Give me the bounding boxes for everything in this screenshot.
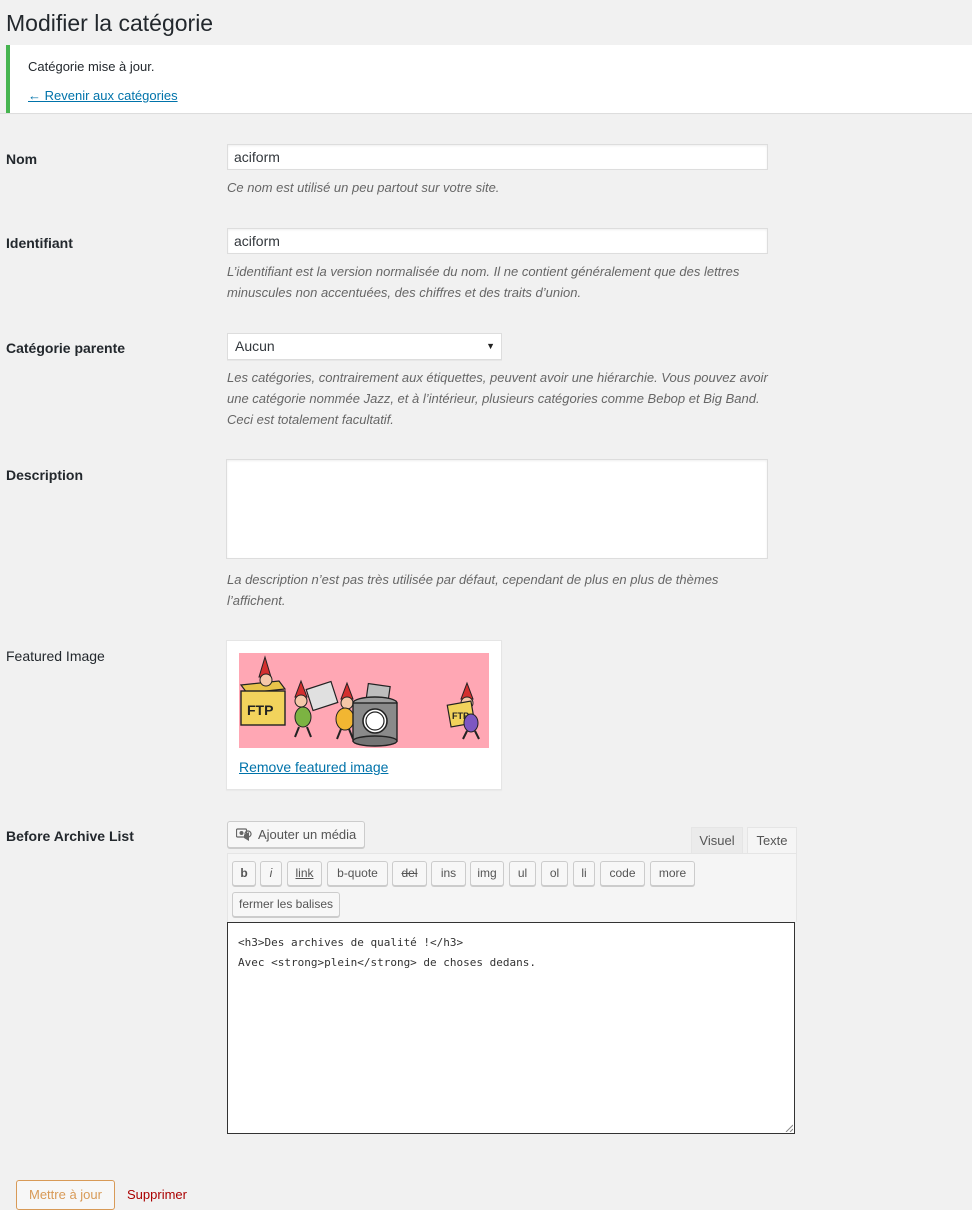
- resize-handle-icon[interactable]: [785, 1124, 793, 1132]
- update-notice: Catégorie mise à jour. ← Revenir aux cat…: [6, 45, 972, 113]
- remove-featured-image-link[interactable]: Remove featured image: [239, 759, 388, 775]
- parent-select[interactable]: Aucun ▼: [227, 333, 502, 360]
- featured-image[interactable]: FTP FTP: [239, 653, 489, 748]
- qt-italic-button[interactable]: i: [260, 861, 282, 886]
- description-textarea[interactable]: [226, 459, 768, 559]
- qt-ol-button[interactable]: ol: [541, 861, 568, 886]
- parent-label: Catégorie parente: [6, 340, 126, 356]
- add-media-label: Ajouter un média: [258, 827, 357, 842]
- editor-line: <h3>Des archives de qualité !</h3>: [238, 936, 464, 949]
- update-button[interactable]: Mettre à jour: [16, 1180, 115, 1210]
- qt-ul-button[interactable]: ul: [509, 861, 536, 886]
- tab-visual[interactable]: Visuel: [691, 827, 743, 853]
- description-label: Description: [6, 467, 84, 483]
- parent-help-line: Ceci est totalement facultatif.: [227, 412, 394, 427]
- description-help-line: La description n’est pas très utilisée p…: [227, 572, 719, 587]
- qt-bquote-button[interactable]: b-quote: [327, 861, 388, 886]
- slug-input[interactable]: aciform: [227, 228, 768, 254]
- parent-help: Les catégories, contrairement aux étique…: [227, 367, 797, 430]
- qt-more-button[interactable]: more: [650, 861, 695, 886]
- qt-close-tags-button[interactable]: fermer les balises: [232, 892, 340, 917]
- before-archive-label: Before Archive List: [6, 828, 134, 844]
- qt-li-button[interactable]: li: [573, 861, 595, 886]
- gnomes-illustration: FTP FTP: [239, 655, 480, 747]
- qt-code-button[interactable]: code: [600, 861, 645, 886]
- caret-down-icon: ▼: [486, 341, 495, 351]
- editor-line: Avec <strong>plein</strong> de choses de…: [238, 956, 537, 969]
- quicktags-toolbar: b i link b-quote del ins img ul ol li co…: [227, 853, 797, 922]
- add-media-button[interactable]: Ajouter un média: [227, 821, 365, 848]
- parent-select-value: Aucun: [235, 338, 275, 354]
- qt-ins-button[interactable]: ins: [431, 861, 466, 886]
- delete-link[interactable]: Supprimer: [127, 1187, 187, 1202]
- qt-bold-button[interactable]: b: [232, 861, 256, 886]
- back-to-categories-link[interactable]: ← Revenir aux catégories: [28, 88, 178, 103]
- description-help-line: l’affichent.: [227, 593, 286, 608]
- page-title: Modifier la catégorie: [6, 10, 214, 36]
- slug-label: Identifiant: [6, 235, 73, 251]
- description-help: La description n’est pas très utilisée p…: [227, 569, 797, 611]
- ftp-box-label: FTP: [247, 702, 273, 718]
- qt-img-button[interactable]: img: [470, 861, 504, 886]
- parent-help-line: Les catégories, contrairement aux étique…: [227, 370, 768, 385]
- archive-text-editor[interactable]: <h3>Des archives de qualité !</h3> Avec <…: [227, 922, 795, 1134]
- qt-del-button[interactable]: del: [392, 861, 427, 886]
- divider: [0, 113, 972, 114]
- notice-message: Catégorie mise à jour.: [28, 59, 155, 74]
- name-label: Nom: [6, 151, 38, 167]
- name-input[interactable]: aciform: [227, 144, 768, 170]
- qt-link-button[interactable]: link: [287, 861, 322, 886]
- slug-help-line: minuscules non accentuées, des chiffres …: [227, 285, 582, 300]
- slug-help-line: L’identifiant est la version normalisée …: [227, 264, 740, 279]
- parent-help-line: une catégorie nommée Jazz, et à l’intéri…: [227, 391, 760, 406]
- media-icon: [236, 828, 252, 841]
- tab-text[interactable]: Texte: [747, 827, 797, 853]
- name-help: Ce nom est utilisé un peu partout sur vo…: [227, 180, 500, 195]
- featured-image-box: FTP FTP Remove featured image: [226, 640, 502, 790]
- slug-help: L’identifiant est la version normalisée …: [227, 261, 797, 303]
- featured-image-label: Featured Image: [6, 648, 105, 664]
